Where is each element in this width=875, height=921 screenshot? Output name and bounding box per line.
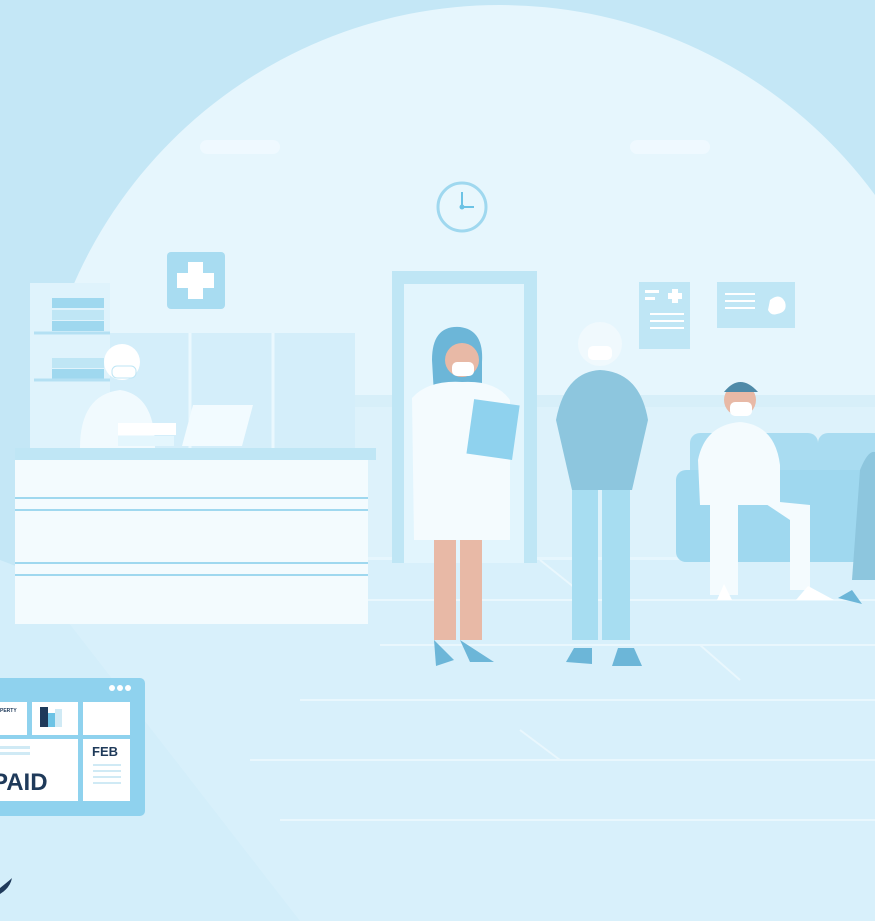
stomach-sign-icon xyxy=(717,282,795,328)
ceiling-light-right xyxy=(630,140,710,154)
ellipsis-icon[interactable] xyxy=(109,685,131,691)
property-label: PERTY xyxy=(0,708,17,714)
month-label: FEB xyxy=(92,744,118,759)
status-paid: PAID xyxy=(0,769,48,796)
medical-cross-icon xyxy=(167,252,225,309)
reception-desk xyxy=(15,448,376,624)
ceiling-light-left xyxy=(200,140,280,154)
medical-poster-icon xyxy=(639,282,690,349)
clinic-waiting-room-illustration: PERTY PAID FEB xyxy=(0,5,875,921)
laptop-icon xyxy=(182,405,253,446)
invoice-card: PERTY PAID FEB xyxy=(0,678,145,816)
clock-icon xyxy=(436,181,488,233)
